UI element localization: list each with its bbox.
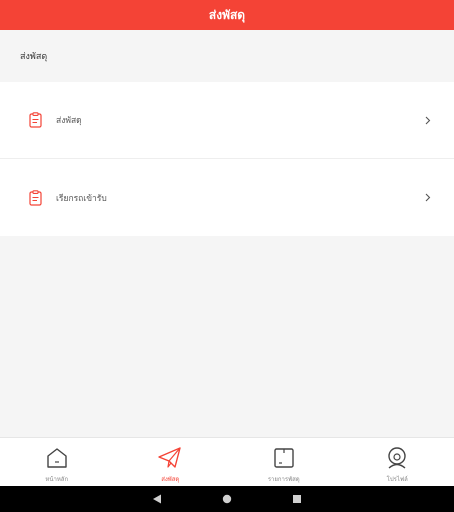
home-circle-icon[interactable] [192, 486, 262, 512]
menu-list: ส่งพัสดุ เรียกรถเข้ารับ [0, 82, 454, 236]
back-icon[interactable] [122, 486, 192, 512]
menu-item-label: ส่งพัสดุ [56, 116, 82, 126]
nav-label: ส่งพัสดุ [161, 476, 180, 483]
nav-label: รายการพัสดุ [267, 476, 300, 483]
menu-item-request-pickup[interactable]: เรียกรถเข้ารับ [0, 159, 454, 236]
section-title: ส่งพัสดุ [20, 52, 48, 62]
section-header: ส่งพัสดุ [0, 30, 454, 82]
menu-item-send-parcel[interactable]: ส่งพัสดุ [0, 82, 454, 159]
menu-item-label: เรียกรถเข้ารับ [56, 193, 107, 204]
page-title: ส่งพัสดุ [208, 7, 246, 22]
nav-item-home[interactable]: หน้าหลัก [0, 438, 114, 486]
package-icon [272, 446, 296, 470]
paper-plane-icon [158, 446, 182, 470]
nav-item-parcel-list[interactable]: รายการพัสดุ [227, 438, 341, 486]
bottom-nav: หน้าหลัก ส่งพัสดุ รายการพัสดุ โปรไฟล์ [0, 437, 454, 486]
home-icon [45, 446, 69, 470]
chevron-right-icon [424, 115, 432, 125]
clipboard-icon [28, 112, 43, 129]
nav-item-send-parcel[interactable]: ส่งพัสดุ [114, 438, 228, 486]
clipboard-icon [28, 189, 43, 206]
app-bar: ส่งพัสดุ [0, 0, 454, 30]
recents-icon[interactable] [262, 486, 332, 512]
profile-icon [385, 446, 409, 470]
chevron-right-icon [424, 193, 432, 203]
nav-item-profile[interactable]: โปรไฟล์ [341, 438, 454, 486]
nav-label: โปรไฟล์ [386, 476, 408, 483]
system-nav-bar [0, 486, 454, 512]
nav-label: หน้าหลัก [45, 476, 69, 483]
